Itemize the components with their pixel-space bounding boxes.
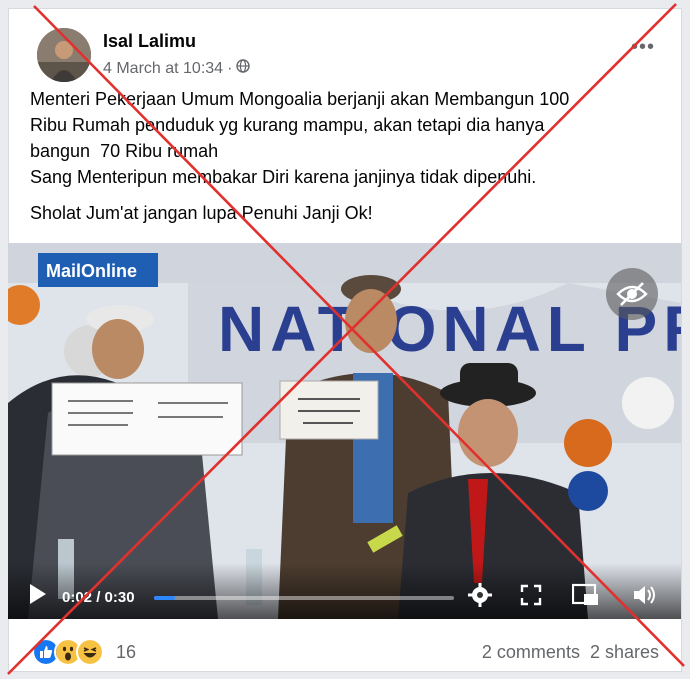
time-separator: / xyxy=(92,589,105,606)
post-meta: 4 March at 10:34 · xyxy=(103,59,251,78)
settings-icon[interactable] xyxy=(468,583,492,607)
post-text-line: Ribu Rumah penduduk yg kurang mampu, aka… xyxy=(30,115,545,135)
post-footer: 16 2 comments 2 shares xyxy=(8,620,681,672)
meta-separator: · xyxy=(227,59,233,77)
hide-button[interactable] xyxy=(606,268,658,320)
reactions[interactable] xyxy=(32,638,104,666)
post-text: Menteri Pekerjaan Umum Mongoalia berjanj… xyxy=(30,86,670,226)
shares-count[interactable]: 2 shares xyxy=(590,642,659,663)
mailonline-watermark: MailOnline xyxy=(46,261,137,281)
post-stats: 2 comments 2 shares xyxy=(482,642,659,663)
author-name[interactable]: Isal Lalimu xyxy=(103,31,196,52)
haha-icon xyxy=(76,638,104,666)
fullscreen-icon[interactable] xyxy=(520,584,542,606)
comments-count[interactable]: 2 comments xyxy=(482,642,580,663)
more-options-button[interactable]: ••• xyxy=(631,37,655,57)
pip-icon[interactable] xyxy=(572,583,600,607)
post-text-line: bangun 70 Ribu rumah xyxy=(30,141,219,161)
current-time: 0:02 xyxy=(62,589,93,606)
hide-icon xyxy=(616,282,648,306)
progress-bar[interactable] xyxy=(154,596,454,600)
globe-icon xyxy=(236,59,251,78)
reaction-count[interactable]: 16 xyxy=(116,642,136,663)
post-text-line: Sang Menteripun membakar Diri karena jan… xyxy=(30,167,537,187)
video-player[interactable]: NATIONAL PRES MailOnline xyxy=(8,243,681,619)
video-controls: 0:02 / 0:30 xyxy=(8,563,681,619)
post-text-second: Sholat Jum'at jangan lupa Penuhi Janji O… xyxy=(30,203,373,223)
volume-icon[interactable] xyxy=(632,583,658,607)
post-text-line: Menteri Pekerjaan Umum Mongoalia berjanj… xyxy=(30,89,570,109)
post-timestamp[interactable]: 4 March at 10:34 xyxy=(103,60,223,78)
video-time: 0:02 / 0:30 xyxy=(62,589,135,606)
duration: 0:30 xyxy=(104,589,135,606)
avatar[interactable] xyxy=(37,28,91,82)
play-icon[interactable] xyxy=(28,583,48,605)
progress-fill xyxy=(154,596,175,600)
